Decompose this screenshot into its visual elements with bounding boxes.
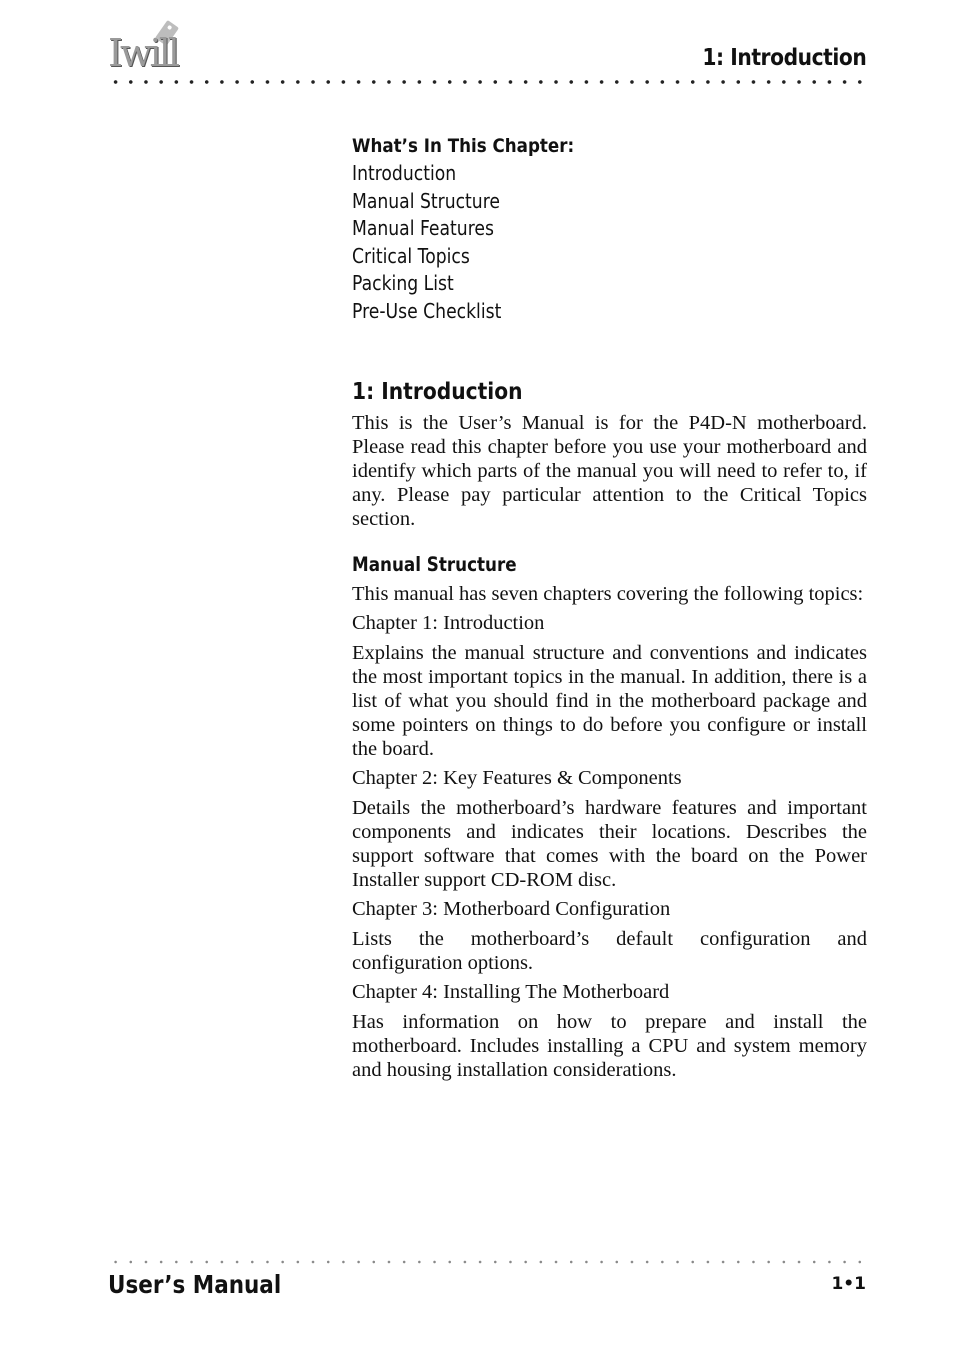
footer-dotted-rule <box>108 1259 868 1265</box>
intro-paragraph: This is the User’s Manual is for the P4D… <box>352 412 867 530</box>
subsection-title-manual-structure: Manual Structure <box>352 553 517 576</box>
logo-text: Iwill <box>108 31 180 75</box>
chapter-contents-box: What’s In This Chapter: Introduction Man… <box>352 133 867 325</box>
chapter-1-description: Explains the manual structure and conven… <box>352 642 867 760</box>
iwill-logo: Iwill <box>108 19 180 74</box>
toc-item: Introduction <box>352 161 457 185</box>
main-content: What’s In This Chapter: Introduction Man… <box>352 133 867 1082</box>
toc-item: Packing List <box>352 271 454 295</box>
toc-item: Pre-Use Checklist <box>352 298 502 323</box>
chapter-2-heading: Chapter 2: Key Features & Components <box>352 767 682 789</box>
toc-item: Manual Features <box>352 216 494 240</box>
chapter-3-description: Lists the motherboard’s default configur… <box>352 928 867 974</box>
header-dotted-rule <box>108 79 868 85</box>
manual-page: Iwill 1: Introduction What’s In This Cha… <box>0 0 954 1356</box>
chapter-4-description: Has information on how to prepare and in… <box>352 1011 867 1081</box>
footer-title: User’s Manual <box>108 1270 282 1299</box>
header-chapter-title: 1: Introduction <box>702 45 866 71</box>
page-number: 1•1 <box>831 1274 866 1294</box>
chapter-2-description: Details the motherboard’s hardware featu… <box>352 797 867 891</box>
toc-item: Critical Topics <box>352 243 470 268</box>
chapter-contents-title: What’s In This Chapter: <box>352 135 575 157</box>
chapter-4-heading: Chapter 4: Installing The Motherboard <box>352 981 670 1003</box>
chapter-1-heading: Chapter 1: Introduction <box>352 612 545 634</box>
chapter-3-heading: Chapter 3: Motherboard Configuration <box>352 898 671 920</box>
section-title: 1: Introduction <box>352 379 523 405</box>
toc-item: Manual Structure <box>352 188 500 213</box>
manual-structure-intro: This manual has seven chapters covering … <box>352 583 864 605</box>
